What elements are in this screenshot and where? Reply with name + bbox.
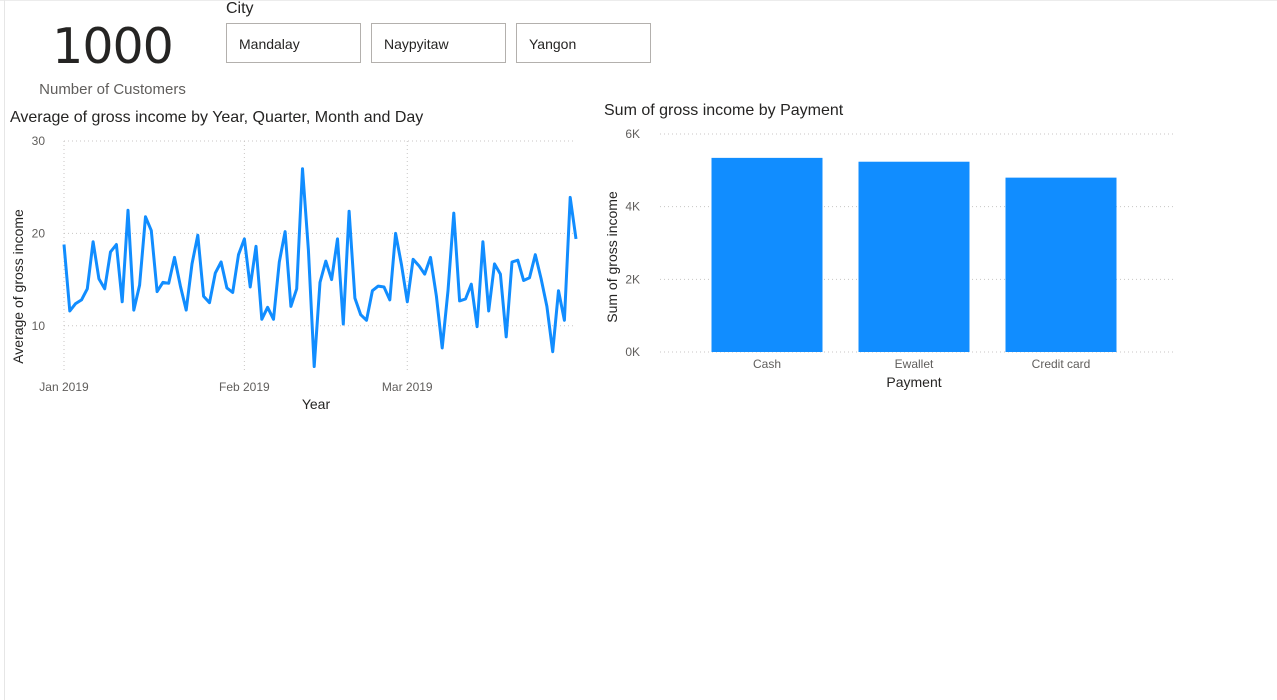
bar (711, 157, 823, 352)
kpi-label: Number of Customers (39, 81, 186, 98)
slicer-option-naypyitaw[interactable]: Naypyitaw (371, 23, 506, 63)
slicer-title: City (226, 0, 254, 17)
bar (1005, 177, 1117, 352)
x-tick-label: Feb 2019 (219, 380, 270, 394)
y-tick-label: 30 (32, 134, 46, 148)
slicer-option-yangon[interactable]: Yangon (516, 23, 651, 63)
x-tick-label: Cash (753, 357, 781, 371)
x-tick-label: Credit card (1032, 357, 1091, 371)
canvas-top-border (0, 0, 1277, 1)
y-tick-label: 2K (625, 272, 640, 286)
x-axis-title: Year (302, 396, 331, 412)
bar-chart-title: Sum of gross income by Payment (604, 102, 844, 119)
bar (858, 161, 970, 352)
x-tick-label: Jan 2019 (39, 380, 89, 394)
kpi-card[interactable]: 1000 Number of Customers (10, 14, 215, 102)
x-tick-label: Mar 2019 (382, 380, 433, 394)
kpi-value: 1000 (52, 18, 174, 75)
y-axis-title: Average of gross income (10, 209, 26, 364)
y-tick-label: 0K (625, 345, 640, 359)
x-tick-label: Ewallet (895, 357, 934, 371)
slicer-option-mandalay[interactable]: Mandalay (226, 23, 361, 63)
bar-chart[interactable]: 0K 2K 4K 6K Cash Ewallet Credit card Payment Sum… (596, 120, 1186, 410)
line-series (62, 167, 578, 368)
y-tick-label: 20 (32, 226, 46, 240)
x-axis-title: Payment (886, 374, 941, 390)
y-tick-label: 4K (625, 200, 640, 214)
y-axis-title: Sum of gross income (604, 191, 620, 323)
y-tick-label: 10 (32, 319, 46, 333)
line-chart[interactable]: 10 20 30 Jan 2019 Feb 2019 Mar 2019 Year Averag… (0, 128, 590, 428)
y-tick-label: 6K (625, 127, 640, 141)
line-chart-title: Average of gross income by Year, Quarter… (10, 109, 424, 126)
